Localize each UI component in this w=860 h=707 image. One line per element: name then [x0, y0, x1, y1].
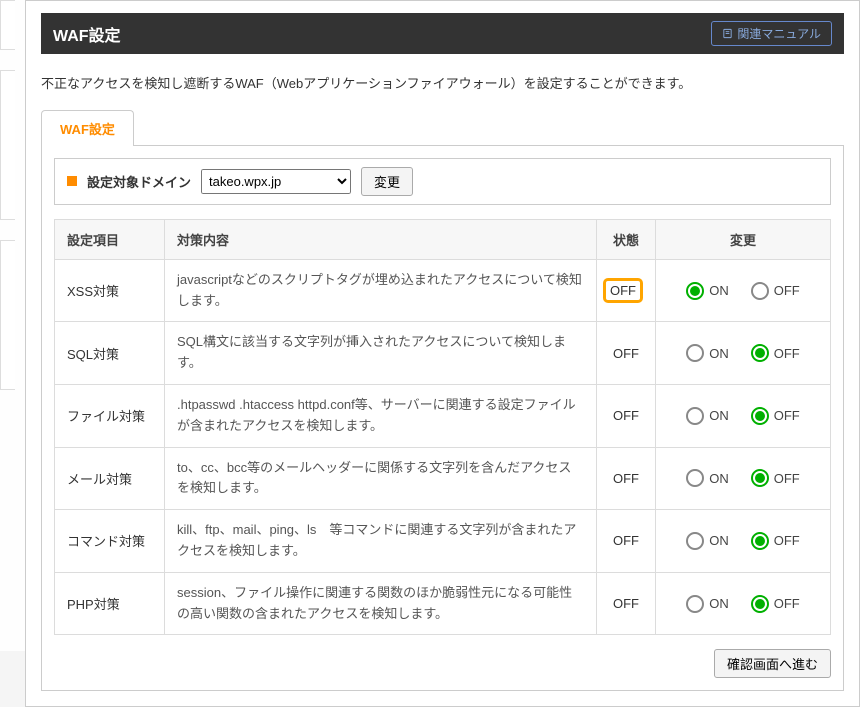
radio-off[interactable]: OFF [751, 595, 800, 613]
table-row: PHP対策session、ファイル操作に関連する関数のほか脆弱性元になる可能性の… [55, 572, 831, 635]
manual-link[interactable]: 関連マニュアル [711, 21, 832, 46]
radio-off[interactable]: OFF [751, 532, 800, 550]
radio-icon [686, 344, 704, 362]
description: 不正なアクセスを検知し遮断するWAF（Webアプリケーションファイアウォール）を… [41, 74, 844, 95]
row-content: SQL構文に該当する文字列が挿入されたアクセスについて検知します。 [165, 322, 597, 385]
col-change: 変更 [656, 219, 831, 259]
row-status: OFF [597, 384, 656, 447]
radio-on[interactable]: ON [686, 344, 729, 362]
radio-on[interactable]: ON [686, 532, 729, 550]
page-header: WAF設定 関連マニュアル [41, 13, 844, 54]
row-item: SQL対策 [55, 322, 165, 385]
radio-icon [751, 595, 769, 613]
status-highlight: OFF [603, 278, 643, 303]
radio-off[interactable]: OFF [751, 469, 800, 487]
row-status: OFF [597, 259, 656, 322]
table-row: ファイル対策.htpasswd .htaccess httpd.conf等、サー… [55, 384, 831, 447]
row-content: kill、ftp、mail、ping、ls 等コマンドに関連する文字列が含まれた… [165, 510, 597, 573]
row-status: OFF [597, 322, 656, 385]
row-item: メール対策 [55, 447, 165, 510]
row-item: ファイル対策 [55, 384, 165, 447]
row-change: ON OFF [656, 384, 831, 447]
row-content: javascriptなどのスクリプトタグが埋め込まれたアクセスについて検知します… [165, 259, 597, 322]
radio-icon [686, 532, 704, 550]
row-content: session、ファイル操作に関連する関数のほか脆弱性元になる可能性の高い関数の… [165, 572, 597, 635]
radio-on[interactable]: ON [686, 469, 729, 487]
bullet-icon [67, 176, 77, 186]
row-change: ON OFF [656, 322, 831, 385]
manual-icon [722, 28, 733, 39]
page-title: WAF設定 [53, 22, 121, 46]
row-content: .htpasswd .htaccess httpd.conf等、サーバーに関連す… [165, 384, 597, 447]
table-row: コマンド対策kill、ftp、mail、ping、ls 等コマンドに関連する文字… [55, 510, 831, 573]
radio-off[interactable]: OFF [751, 407, 800, 425]
col-content: 対策内容 [165, 219, 597, 259]
row-content: to、cc、bcc等のメールヘッダーに関係する文字列を含んだアクセスを検知します… [165, 447, 597, 510]
radio-icon [751, 282, 769, 300]
row-change: ON OFF [656, 572, 831, 635]
radio-icon [686, 469, 704, 487]
row-change: ON OFF [656, 447, 831, 510]
radio-on[interactable]: ON [686, 282, 729, 300]
table-row: XSS対策javascriptなどのスクリプトタグが埋め込まれたアクセスについて… [55, 259, 831, 322]
domain-select[interactable]: takeo.wpx.jp [201, 169, 351, 194]
radio-off[interactable]: OFF [751, 282, 800, 300]
row-item: PHP対策 [55, 572, 165, 635]
col-item: 設定項目 [55, 219, 165, 259]
row-change: ON OFF [656, 259, 831, 322]
row-status: OFF [597, 447, 656, 510]
row-item: コマンド対策 [55, 510, 165, 573]
confirm-button[interactable]: 確認画面へ進む [714, 649, 831, 678]
radio-icon [751, 469, 769, 487]
radio-icon [686, 595, 704, 613]
table-row: メール対策to、cc、bcc等のメールヘッダーに関係する文字列を含んだアクセスを… [55, 447, 831, 510]
radio-icon [751, 407, 769, 425]
row-change: ON OFF [656, 510, 831, 573]
radio-off[interactable]: OFF [751, 344, 800, 362]
change-domain-button[interactable]: 変更 [361, 167, 413, 196]
radio-on[interactable]: ON [686, 595, 729, 613]
settings-table: 設定項目 対策内容 状態 変更 XSS対策javascriptなどのスクリプトタ… [54, 219, 831, 636]
domain-bar: 設定対象ドメイン takeo.wpx.jp 変更 [54, 158, 831, 205]
radio-icon [686, 282, 704, 300]
row-status: OFF [597, 510, 656, 573]
domain-label: 設定対象ドメイン [87, 172, 191, 191]
row-item: XSS対策 [55, 259, 165, 322]
col-status: 状態 [597, 219, 656, 259]
radio-icon [686, 407, 704, 425]
radio-icon [751, 344, 769, 362]
radio-icon [751, 532, 769, 550]
radio-on[interactable]: ON [686, 407, 729, 425]
table-row: SQL対策SQL構文に該当する文字列が挿入されたアクセスについて検知します。OF… [55, 322, 831, 385]
row-status: OFF [597, 572, 656, 635]
tab-waf-settings[interactable]: WAF設定 [41, 110, 134, 146]
